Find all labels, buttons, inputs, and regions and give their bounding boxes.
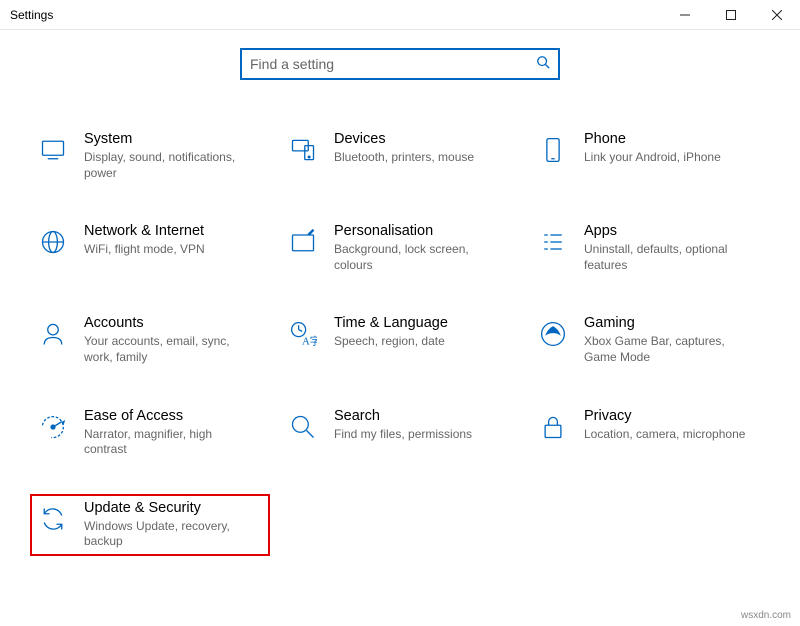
time-language-icon: A字 [286, 317, 320, 351]
settings-grid: System Display, sound, notifications, po… [30, 125, 770, 556]
system-icon [36, 133, 70, 167]
tile-desc: Find my files, permissions [334, 427, 506, 443]
window-titlebar: Settings [0, 0, 800, 30]
privacy-icon [536, 410, 570, 444]
search-tile-icon [286, 410, 320, 444]
tile-title: Personalisation [334, 223, 506, 239]
minimize-icon [680, 10, 690, 20]
tile-privacy[interactable]: Privacy Location, camera, microphone [530, 402, 770, 464]
tile-personalisation[interactable]: Personalisation Background, lock screen,… [280, 217, 520, 279]
tile-time-language[interactable]: A字 Time & Language Speech, region, date [280, 309, 520, 371]
tile-desc: Windows Update, recovery, backup [84, 519, 256, 550]
watermark: wsxdn.com [738, 609, 794, 622]
tile-desc: Speech, region, date [334, 334, 506, 350]
tile-desc: WiFi, flight mode, VPN [84, 242, 256, 258]
tile-title: Gaming [584, 315, 756, 331]
window-controls [662, 0, 800, 30]
tile-desc: Xbox Game Bar, captures, Game Mode [584, 334, 756, 365]
tile-ease-of-access[interactable]: Ease of Access Narrator, magnifier, high… [30, 402, 270, 464]
update-security-icon [36, 502, 70, 536]
tile-desc: Background, lock screen, colours [334, 242, 506, 273]
tile-system[interactable]: System Display, sound, notifications, po… [30, 125, 270, 187]
tile-desc: Display, sound, notifications, power [84, 150, 256, 181]
close-button[interactable] [754, 0, 800, 30]
tile-title: System [84, 131, 256, 147]
close-icon [772, 10, 782, 20]
tile-title: Update & Security [84, 500, 256, 516]
tile-title: Phone [584, 131, 756, 147]
phone-icon [536, 133, 570, 167]
search-container [0, 48, 800, 80]
search-box[interactable] [240, 48, 560, 80]
tile-desc: Link your Android, iPhone [584, 150, 756, 166]
devices-icon [286, 133, 320, 167]
tile-desc: Bluetooth, printers, mouse [334, 150, 506, 166]
tile-desc: Narrator, magnifier, high contrast [84, 427, 256, 458]
tile-update-security[interactable]: Update & Security Windows Update, recove… [30, 494, 270, 556]
tile-title: Ease of Access [84, 408, 256, 424]
tile-accounts[interactable]: Accounts Your accounts, email, sync, wor… [30, 309, 270, 371]
personalisation-icon [286, 225, 320, 259]
tile-network[interactable]: Network & Internet WiFi, flight mode, VP… [30, 217, 270, 279]
tile-search[interactable]: Search Find my files, permissions [280, 402, 520, 464]
gaming-icon [536, 317, 570, 351]
tile-title: Accounts [84, 315, 256, 331]
maximize-icon [726, 10, 736, 20]
tile-gaming[interactable]: Gaming Xbox Game Bar, captures, Game Mod… [530, 309, 770, 371]
tile-devices[interactable]: Devices Bluetooth, printers, mouse [280, 125, 520, 187]
tile-title: Search [334, 408, 506, 424]
window-title: Settings [10, 8, 662, 22]
svg-text:A字: A字 [302, 335, 317, 348]
tile-title: Network & Internet [84, 223, 256, 239]
minimize-button[interactable] [662, 0, 708, 30]
tile-desc: Uninstall, defaults, optional features [584, 242, 756, 273]
tile-desc: Location, camera, microphone [584, 427, 756, 443]
maximize-button[interactable] [708, 0, 754, 30]
tile-desc: Your accounts, email, sync, work, family [84, 334, 256, 365]
tile-title: Devices [334, 131, 506, 147]
search-icon [536, 55, 550, 74]
search-input[interactable] [250, 56, 536, 72]
tile-title: Privacy [584, 408, 756, 424]
tile-phone[interactable]: Phone Link your Android, iPhone [530, 125, 770, 187]
network-icon [36, 225, 70, 259]
apps-icon [536, 225, 570, 259]
tile-apps[interactable]: Apps Uninstall, defaults, optional featu… [530, 217, 770, 279]
tile-title: Apps [584, 223, 756, 239]
accounts-icon [36, 317, 70, 351]
ease-of-access-icon [36, 410, 70, 444]
tile-title: Time & Language [334, 315, 506, 331]
